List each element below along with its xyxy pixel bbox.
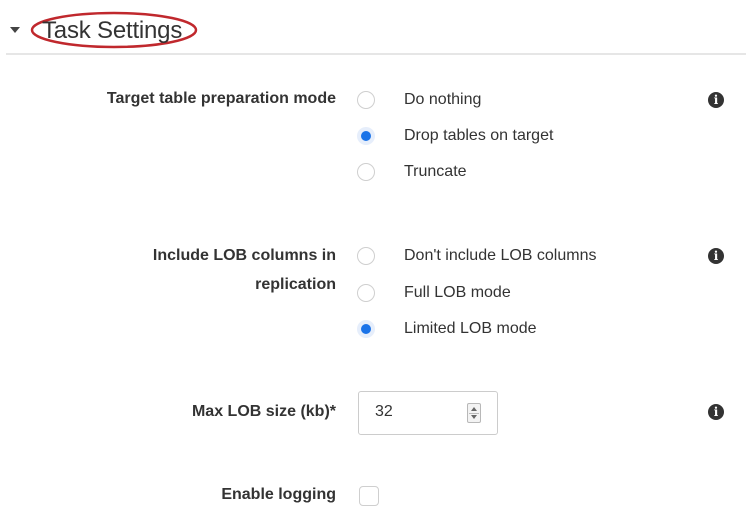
enable-logging-label: Enable logging [221, 486, 336, 503]
max-lob-size-label: Max LOB size (kb)* [191, 403, 336, 420]
caret-down-icon[interactable] [10, 27, 20, 33]
number-stepper-icon[interactable] [467, 403, 481, 423]
option-full-lob[interactable]: Full LOB mode [404, 282, 511, 304]
info-icon[interactable]: i [708, 404, 724, 420]
radio-limited-lob[interactable] [357, 320, 375, 338]
option-truncate[interactable]: Truncate [404, 161, 467, 183]
radio-drop-tables[interactable] [357, 127, 375, 145]
radio-dont-include-lob[interactable] [357, 247, 375, 265]
max-lob-size-value[interactable]: 32 [375, 403, 393, 421]
section-header: Task Settings [0, 0, 746, 56]
option-do-nothing[interactable]: Do nothing [404, 89, 481, 111]
section-title: Task Settings [42, 17, 183, 44]
enable-logging-checkbox[interactable] [359, 486, 379, 506]
option-limited-lob[interactable]: Limited LOB mode [404, 318, 537, 340]
radio-truncate[interactable] [357, 163, 375, 181]
radio-full-lob[interactable] [357, 284, 375, 302]
lob-columns-label-line1: Include LOB columns in [152, 247, 336, 264]
stepper-up-icon[interactable] [471, 407, 477, 411]
lob-columns-label-line2: replication [255, 276, 336, 293]
option-dont-include-lob[interactable]: Don't include LOB columns [404, 245, 596, 267]
target-table-prep-label: Target table preparation mode [106, 90, 336, 107]
stepper-down-icon[interactable] [471, 415, 477, 419]
max-lob-size-input[interactable]: 32 [358, 391, 498, 435]
info-icon[interactable]: i [708, 248, 724, 264]
radio-do-nothing[interactable] [357, 91, 375, 109]
info-icon[interactable]: i [708, 92, 724, 108]
section-title-wrapper[interactable]: Task Settings [30, 10, 198, 50]
stepper-divider [469, 413, 479, 414]
header-divider [6, 53, 746, 55]
option-drop-tables[interactable]: Drop tables on target [404, 125, 553, 147]
